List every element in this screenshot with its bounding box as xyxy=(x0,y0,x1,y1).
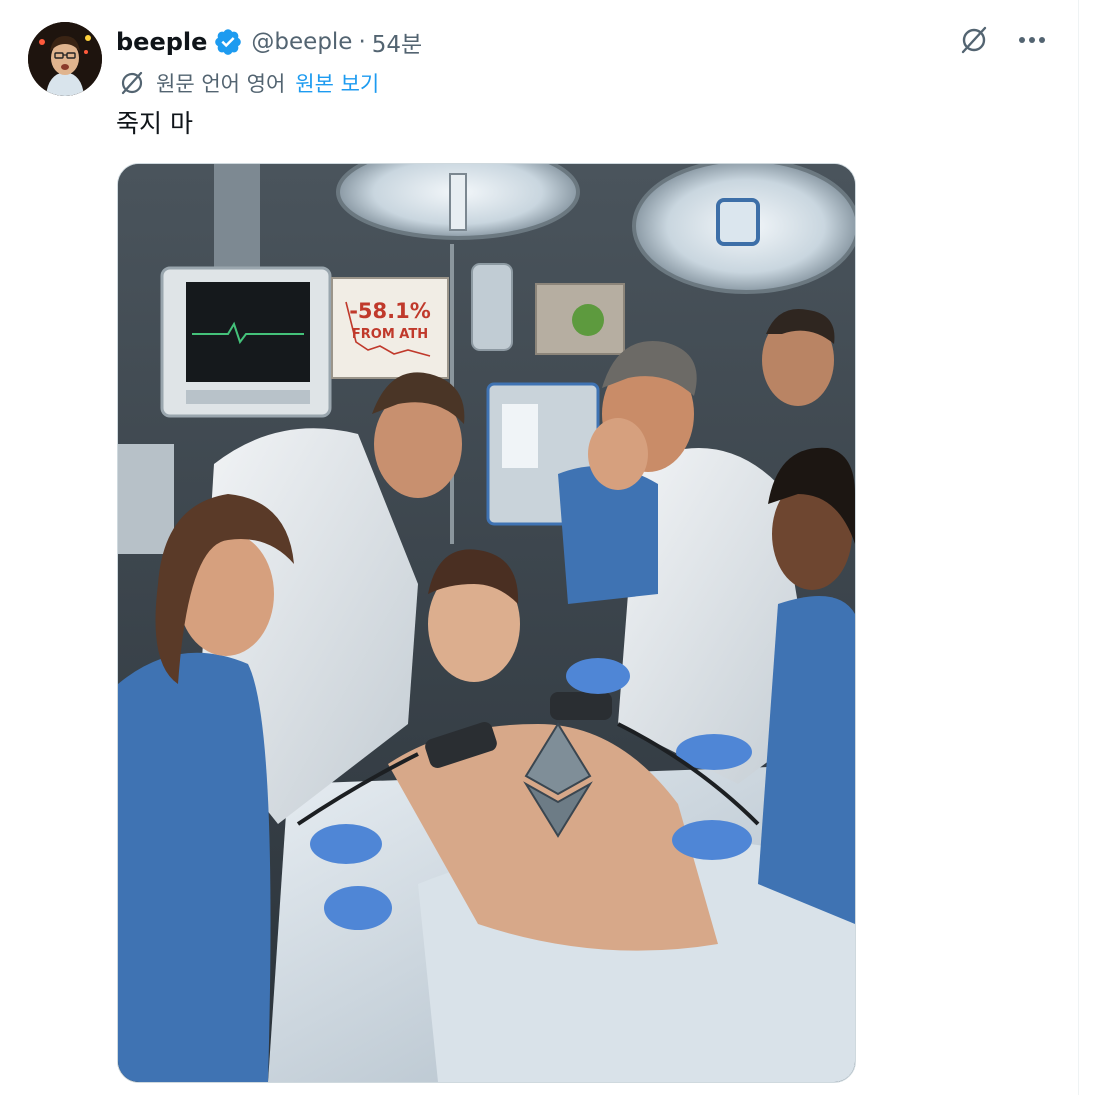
operating-room-painting: -58.1% FROM ATH xyxy=(118,164,855,1082)
show-original-link[interactable]: 원본 보기 xyxy=(295,68,379,98)
tweet-timestamp[interactable]: 54분 xyxy=(372,25,422,59)
tweet-text: 죽지 마 xyxy=(116,109,193,138)
grok-icon[interactable] xyxy=(956,22,992,58)
tweet-media-image[interactable]: -58.1% FROM ATH xyxy=(117,163,856,1083)
translate-icon xyxy=(118,69,146,97)
avatar[interactable] xyxy=(28,22,102,96)
translation-label: 원문 언어 영어 xyxy=(156,72,286,96)
chart-percent-text: -58.1% xyxy=(349,299,431,323)
tweet-top-actions xyxy=(956,22,1050,58)
author-display-name[interactable]: beeple xyxy=(116,28,207,56)
more-icon[interactable] xyxy=(1014,22,1050,58)
chart-ath-text: FROM ATH xyxy=(352,327,428,342)
tweet: beeple @beeple · 54분 원문 언어 영어 원본 보기 죽지 마 xyxy=(0,0,1078,1095)
avatar-image xyxy=(28,22,102,96)
author-handle[interactable]: @beeple xyxy=(251,29,352,55)
tweet-header: beeple @beeple · 54분 xyxy=(116,24,422,60)
column-divider xyxy=(1078,0,1079,1095)
verified-badge-icon[interactable] xyxy=(213,27,243,57)
translation-notice: 원문 언어 영어 원본 보기 xyxy=(118,68,379,98)
separator-dot: · xyxy=(358,29,366,55)
